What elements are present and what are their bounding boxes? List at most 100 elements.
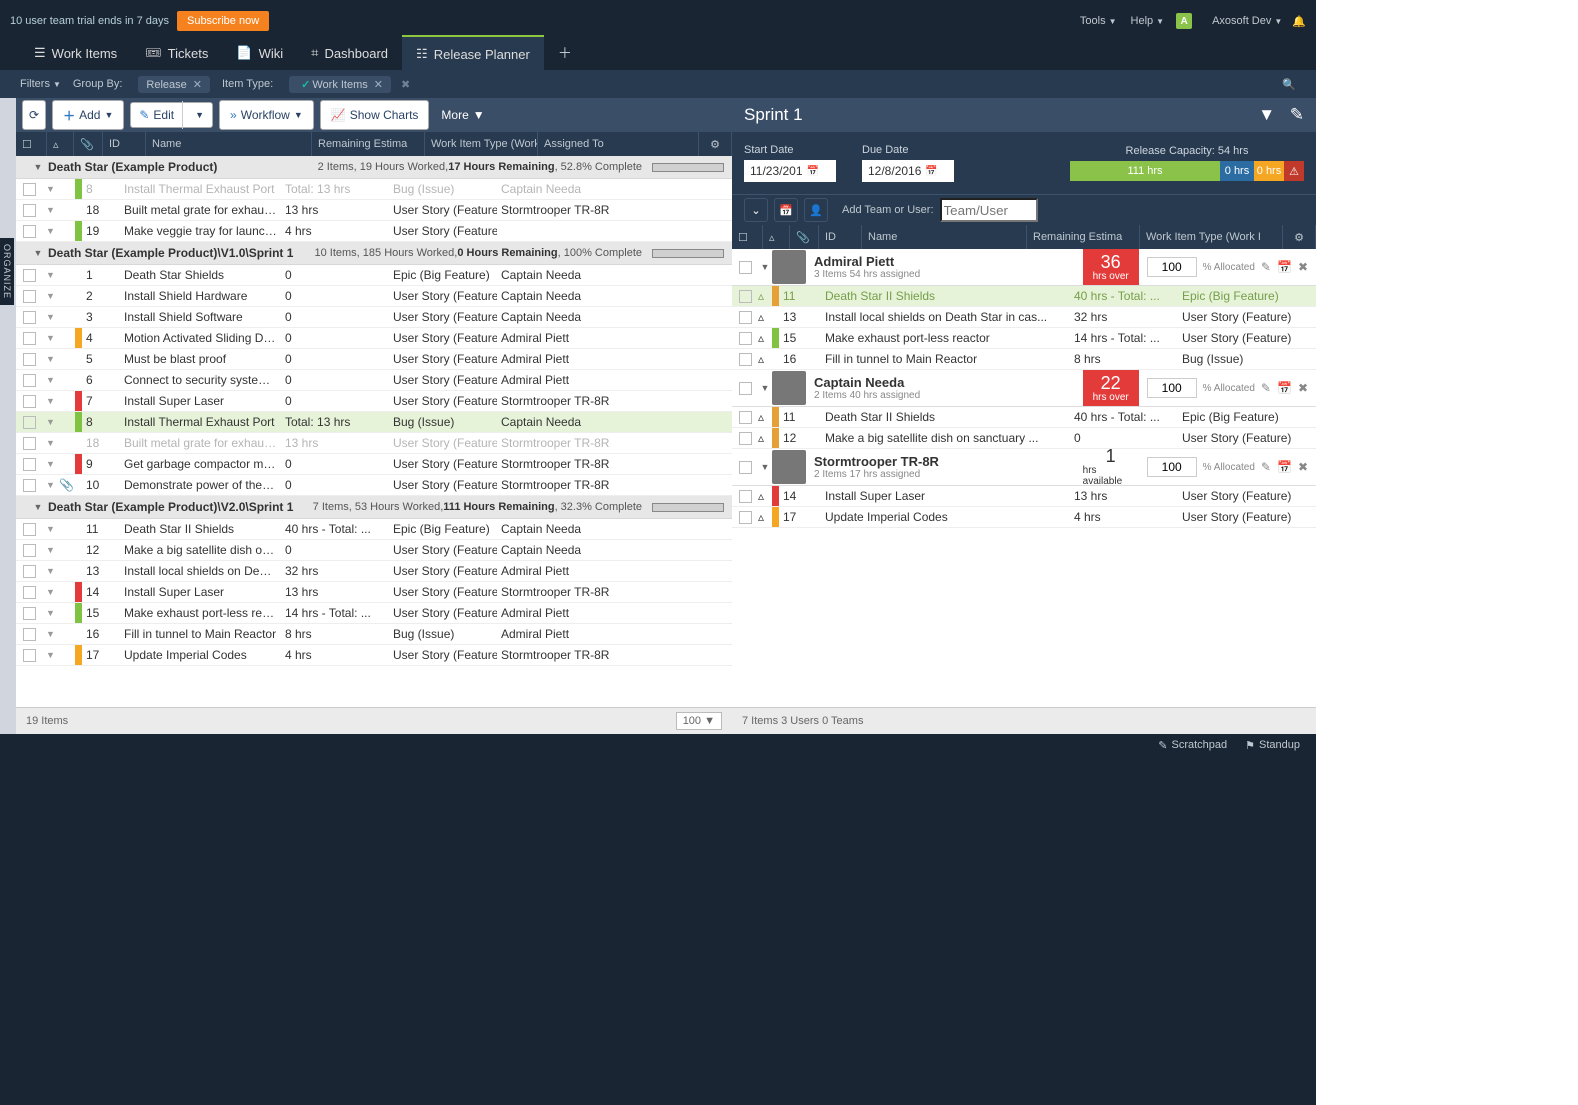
search-icon[interactable]: 🔍 xyxy=(1282,78,1296,91)
expand-icon[interactable]: ▼ xyxy=(42,608,59,618)
calendar-icon[interactable]: 📅 xyxy=(1277,381,1292,395)
itemtype-pill[interactable]: ✓Work Items✕ xyxy=(289,76,391,93)
expand-icon[interactable]: ▼ xyxy=(42,270,59,280)
checkbox[interactable] xyxy=(739,511,752,524)
table-row[interactable]: ▼4Motion Activated Sliding Doors0User St… xyxy=(16,328,732,349)
user-avatar[interactable]: A xyxy=(1176,13,1192,29)
calendar-icon[interactable]: 📅 xyxy=(774,198,798,222)
table-row[interactable]: ▼8Install Thermal Exhaust PortTotal: 13 … xyxy=(16,412,732,433)
user-card[interactable]: ▼Captain Needa2 Items 40 hrs assigned22h… xyxy=(732,370,1316,407)
organize-panel-toggle[interactable]: ORGANIZE xyxy=(0,238,14,305)
col-attachment[interactable]: 📎 xyxy=(74,132,103,156)
checkbox[interactable] xyxy=(23,523,36,536)
table-row[interactable]: ▵17Update Imperial Codes4 hrsUser Story … xyxy=(732,507,1316,528)
groupby-release-pill[interactable]: Release✕ xyxy=(138,76,210,93)
group-row[interactable]: ▼Death Star (Example Product)2 Items, 19… xyxy=(16,156,732,179)
table-row[interactable]: ▵13Install local shields on Death Star i… xyxy=(732,307,1316,328)
checkbox[interactable] xyxy=(23,374,36,387)
checkbox[interactable] xyxy=(739,432,752,445)
user-card[interactable]: ▼Admiral Piett3 Items 54 hrs assigned36h… xyxy=(732,249,1316,286)
table-row[interactable]: ▼17Update Imperial Codes4 hrsUser Story … xyxy=(16,645,732,666)
user-card[interactable]: ▼Stormtrooper TR-8R2 Items 17 hrs assign… xyxy=(732,449,1316,486)
table-row[interactable]: ▵14Install Super Laser13 hrsUser Story (… xyxy=(732,486,1316,507)
group-row[interactable]: ▼Death Star (Example Product)\V1.0\Sprin… xyxy=(16,242,732,265)
chevron-down-icon[interactable]: ▼ xyxy=(32,248,44,258)
expand-icon[interactable]: ▼ xyxy=(42,524,59,534)
refresh-button[interactable]: ⟳ xyxy=(22,100,46,130)
expand-icon[interactable]: ▼ xyxy=(42,291,59,301)
table-row[interactable]: ▼6Connect to security system fo...0User … xyxy=(16,370,732,391)
expand-icon[interactable]: ▼ xyxy=(42,480,59,490)
expand-icon[interactable]: ▼ xyxy=(42,226,59,236)
col-name[interactable]: Name xyxy=(146,132,312,156)
edit-button[interactable]: ✎Edit ▼ xyxy=(130,102,213,128)
calendar-icon[interactable]: 📅 xyxy=(1277,260,1292,274)
table-row[interactable]: ▼18Built metal grate for exhaust p...13 … xyxy=(16,200,732,221)
expand-icon[interactable]: ▼ xyxy=(42,333,59,343)
table-row[interactable]: ▼3Install Shield Software0User Story (Fe… xyxy=(16,307,732,328)
table-row[interactable]: ▵11Death Star II Shields40 hrs - Total: … xyxy=(732,407,1316,428)
expand-icon[interactable]: ▵ xyxy=(758,431,772,445)
more-dropdown[interactable]: More▼ xyxy=(441,108,484,122)
table-row[interactable]: ▵16Fill in tunnel to Main Reactor8 hrsBu… xyxy=(732,349,1316,370)
remove-icon[interactable]: ✖ xyxy=(1298,260,1308,274)
checkbox[interactable] xyxy=(23,437,36,450)
checkbox[interactable] xyxy=(739,261,752,274)
expand-icon[interactable]: ▼ xyxy=(42,312,59,322)
checkbox[interactable] xyxy=(23,458,36,471)
col-est[interactable]: Remaining Estima xyxy=(1027,225,1140,249)
chevron-down-icon[interactable]: ▼ xyxy=(758,383,772,393)
checkbox[interactable] xyxy=(23,586,36,599)
col-attachment[interactable]: 📎 xyxy=(790,225,819,249)
nav-help[interactable]: Help▼ xyxy=(1131,15,1165,27)
add-button[interactable]: ＋Add▼ xyxy=(52,100,124,130)
expand-icon[interactable]: ▼ xyxy=(42,184,59,194)
table-row[interactable]: ▼8Install Thermal Exhaust PortTotal: 13 … xyxy=(16,179,732,200)
start-date-input[interactable]: 11/23/201📅 xyxy=(744,160,836,182)
checkbox[interactable] xyxy=(23,290,36,303)
col-checkbox[interactable]: ☐ xyxy=(732,225,763,249)
checkbox[interactable] xyxy=(23,332,36,345)
tab-tickets[interactable]: 🎟Tickets xyxy=(131,36,222,70)
table-row[interactable]: ▼1Death Star Shields0Epic (Big Feature)C… xyxy=(16,265,732,286)
standup-link[interactable]: ⚑Standup xyxy=(1245,739,1300,752)
filters-dropdown[interactable]: Filters▼ xyxy=(20,78,61,90)
pct-allocated-input[interactable] xyxy=(1147,378,1197,398)
checkbox[interactable] xyxy=(23,544,36,557)
expand-icon[interactable]: ▵ xyxy=(758,331,772,345)
checkbox[interactable] xyxy=(23,607,36,620)
expand-icon[interactable]: ▵ xyxy=(758,410,772,424)
workflow-button[interactable]: »Workflow▼ xyxy=(219,100,314,130)
col-settings-icon[interactable]: ⚙ xyxy=(699,132,732,156)
expand-icon[interactable]: ▼ xyxy=(42,650,59,660)
table-row[interactable]: ▼11Death Star II Shields40 hrs - Total: … xyxy=(16,519,732,540)
expand-icon[interactable]: ▵ xyxy=(758,352,772,366)
add-user-icon[interactable]: 👤 xyxy=(804,198,828,222)
tab-dashboard[interactable]: ⌗Dashboard xyxy=(297,36,402,70)
page-size-dropdown[interactable]: 100 ▼ xyxy=(676,712,722,730)
table-row[interactable]: ▵11Death Star II Shields40 hrs - Total: … xyxy=(732,286,1316,307)
edit-icon[interactable]: ✎ xyxy=(1261,260,1271,274)
nav-tools[interactable]: Tools▼ xyxy=(1080,15,1117,27)
table-row[interactable]: ▼15Make exhaust port-less reactor14 hrs … xyxy=(16,603,732,624)
edit-icon[interactable]: ✎ xyxy=(1261,460,1271,474)
scratchpad-link[interactable]: ✎Scratchpad xyxy=(1158,739,1227,752)
table-row[interactable]: ▼18Built metal grate for exhaust p...13 … xyxy=(16,433,732,454)
tab-release-planner[interactable]: ☷Release Planner xyxy=(402,35,544,71)
col-checkbox[interactable]: ☐ xyxy=(16,132,47,156)
expand-icon[interactable]: ▼ xyxy=(42,629,59,639)
expand-icon[interactable]: ▵ xyxy=(758,289,772,303)
subscribe-button[interactable]: Subscribe now xyxy=(177,11,269,31)
expand-icon[interactable]: ▼ xyxy=(42,587,59,597)
checkbox[interactable] xyxy=(23,204,36,217)
col-expand[interactable]: ▵ xyxy=(763,225,790,249)
expand-icon[interactable]: ▼ xyxy=(42,545,59,555)
expand-icon[interactable]: ▵ xyxy=(758,489,772,503)
checkbox[interactable] xyxy=(739,290,752,303)
table-row[interactable]: ▼16Fill in tunnel to Main Reactor8 hrsBu… xyxy=(16,624,732,645)
bell-icon[interactable]: 🔔 xyxy=(1292,15,1306,28)
checkbox[interactable] xyxy=(739,382,752,395)
edit-sprint-icon[interactable]: ✎ xyxy=(1290,105,1304,124)
table-row[interactable]: ▼5Must be blast proof0User Story (Featur… xyxy=(16,349,732,370)
expand-icon[interactable]: ▵ xyxy=(758,310,772,324)
